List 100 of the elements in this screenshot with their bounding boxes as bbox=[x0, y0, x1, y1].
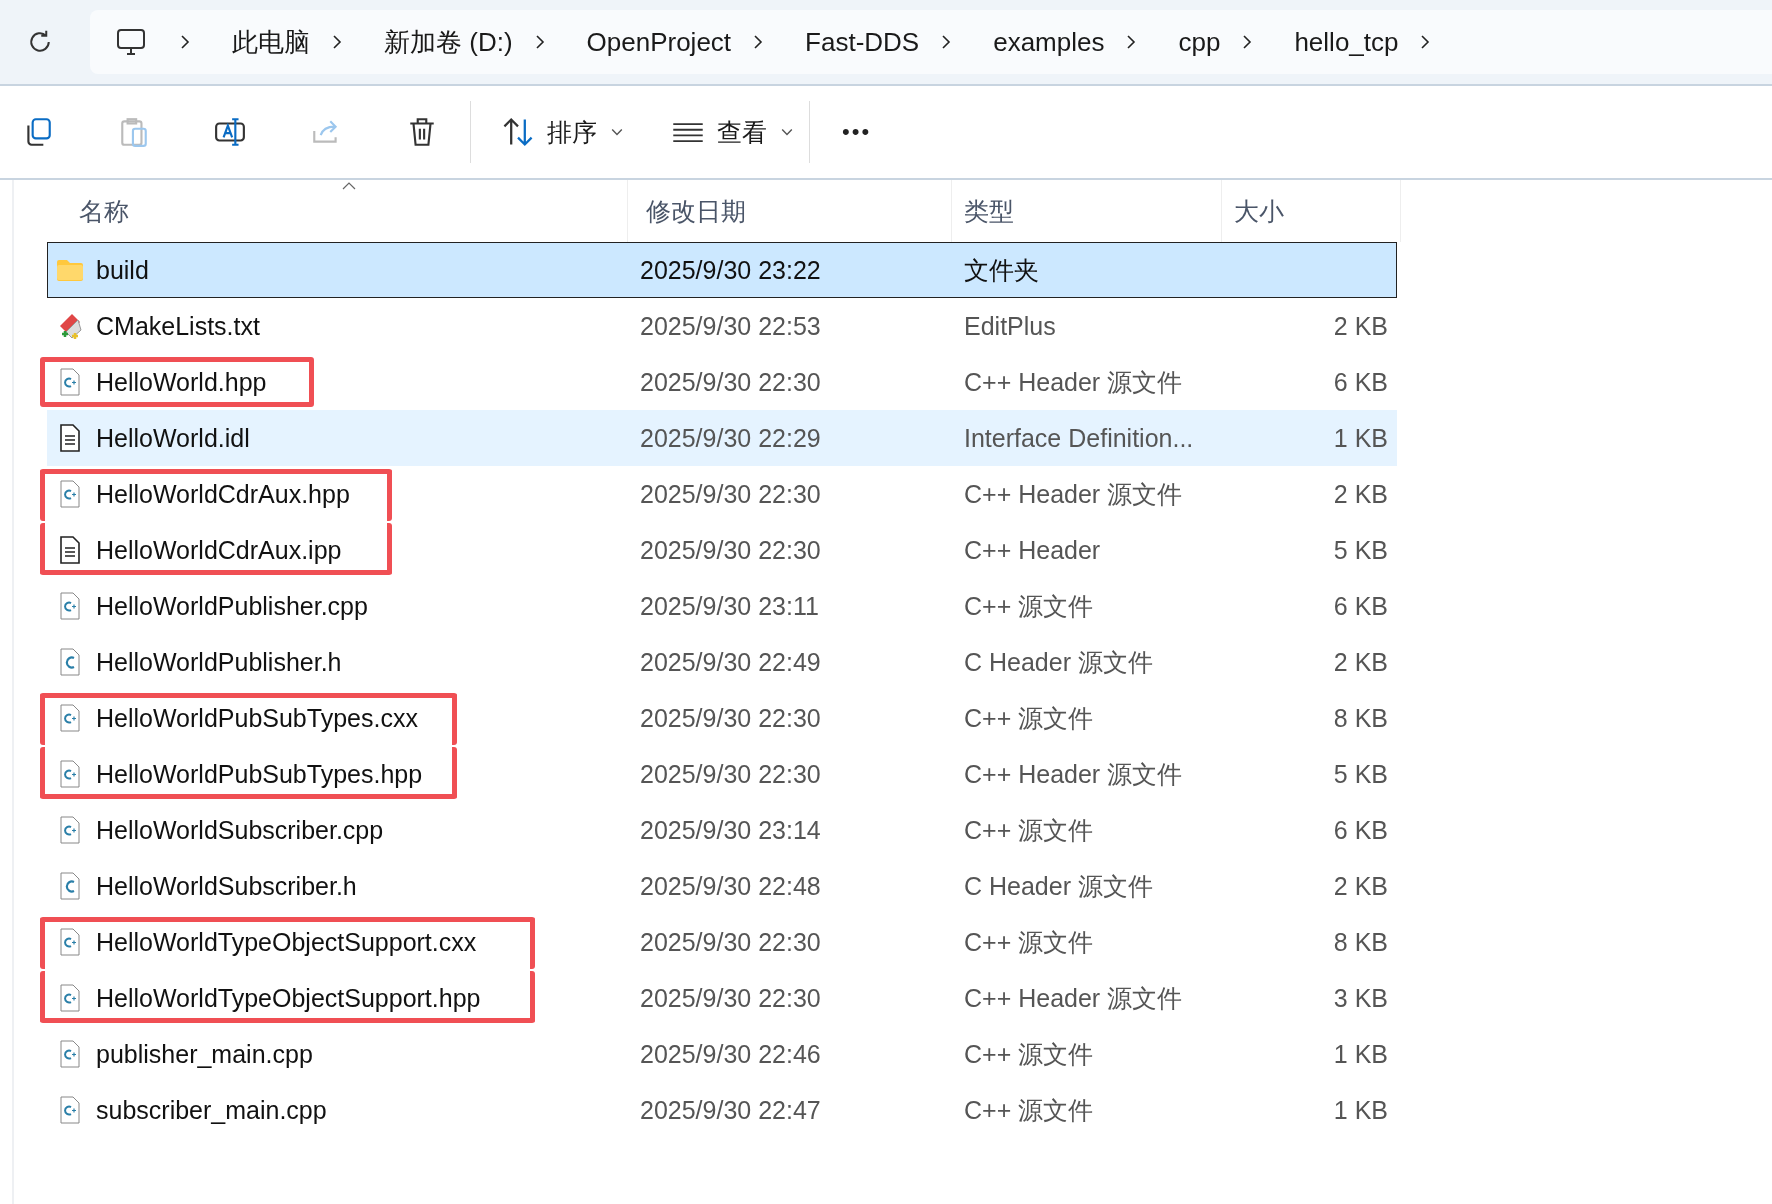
modified-date: 2025/9/30 22:53 bbox=[639, 311, 822, 341]
column-header[interactable]: 名称 bbox=[47, 194, 627, 228]
modified-date: 2025/9/30 22:30 bbox=[639, 535, 822, 565]
sort-caret-icon bbox=[342, 182, 356, 190]
file-row[interactable]: HelloWorldPubSubTypes.cxx 2025/9/30 22:30 C++ 源文件 8 KB bbox=[47, 690, 1397, 746]
modified-date: 2025/9/30 22:30 bbox=[639, 983, 822, 1013]
file-row[interactable]: subscriber_main.cpp 2025/9/30 22:47 C++ 源文件 1 KB bbox=[47, 1082, 1397, 1138]
chevron-icon bbox=[332, 34, 342, 50]
file-name: HelloWorldPubSubTypes.hpp bbox=[96, 759, 423, 789]
view-button[interactable]: 查看 bbox=[671, 115, 793, 149]
file-name: HelloWorld.idl bbox=[96, 423, 250, 453]
file-size: 2 KB bbox=[1332, 311, 1389, 341]
modified-date: 2025/9/30 22:30 bbox=[639, 927, 822, 957]
file-type: C++ Header bbox=[963, 535, 1102, 565]
chevron-icon bbox=[753, 34, 764, 50]
file-size: 3 KB bbox=[1332, 983, 1389, 1013]
breadcrumb-item[interactable]: OpenProject bbox=[586, 26, 732, 58]
file-size: 1 KB bbox=[1332, 423, 1389, 453]
file-row[interactable]: HelloWorldTypeObjectSupport.hpp 2025/9/30 22:30 C++ Header 源文件 3 KB bbox=[47, 970, 1397, 1026]
more-button[interactable]: ••• bbox=[842, 119, 872, 145]
file-type: EditPlus bbox=[963, 311, 1057, 341]
modified-date: 2025/9/30 22:47 bbox=[639, 1095, 822, 1125]
file-row[interactable]: publisher_main.cpp 2025/9/30 22:46 C++ 源文件 1 KB bbox=[47, 1026, 1397, 1082]
file-size: 6 KB bbox=[1332, 815, 1389, 845]
file-name: HelloWorldTypeObjectSupport.cxx bbox=[96, 927, 477, 957]
file-size: 6 KB bbox=[1332, 367, 1389, 397]
file-name: HelloWorld.hpp bbox=[96, 367, 267, 397]
file-name: HelloWorldSubscriber.h bbox=[96, 871, 357, 901]
file-size: 2 KB bbox=[1332, 647, 1389, 677]
file-row[interactable]: HelloWorldPubSubTypes.hpp 2025/9/30 22:30 C++ Header 源文件 5 KB bbox=[47, 746, 1397, 802]
file-type: C++ 源文件 bbox=[963, 926, 1095, 958]
file-name: publisher_main.cpp bbox=[96, 1039, 313, 1069]
caret-icon bbox=[611, 128, 623, 136]
file-type: C++ Header 源文件 bbox=[963, 478, 1184, 510]
computer-icon bbox=[116, 28, 146, 56]
chevron-icon bbox=[1126, 34, 1137, 50]
file-type: C++ 源文件 bbox=[963, 814, 1095, 846]
file-name: HelloWorldCdrAux.ipp bbox=[96, 535, 342, 565]
sort-button[interactable]: 排序 bbox=[501, 115, 623, 149]
file-size: 6 KB bbox=[1332, 591, 1389, 621]
modified-date: 2025/9/30 22:29 bbox=[639, 423, 822, 453]
breadcrumb-item[interactable]: cpp bbox=[1178, 26, 1221, 58]
file-name: HelloWorldTypeObjectSupport.hpp bbox=[96, 983, 481, 1013]
file-name: subscriber_main.cpp bbox=[96, 1095, 327, 1125]
breadcrumb-item[interactable]: 此电脑 bbox=[232, 24, 310, 60]
modified-date: 2025/9/30 22:46 bbox=[639, 1039, 822, 1069]
modified-date: 2025/9/30 23:22 bbox=[639, 255, 822, 285]
file-row[interactable]: HelloWorldPublisher.h 2025/9/30 22:49 C Header 源文件 2 KB bbox=[47, 634, 1397, 690]
file-row[interactable]: HelloWorldCdrAux.ipp 2025/9/30 22:30 C++ Header 5 KB bbox=[47, 522, 1397, 578]
modified-date: 2025/9/30 22:30 bbox=[639, 479, 822, 509]
file-type: C++ 源文件 bbox=[963, 590, 1095, 622]
file-row[interactable]: HelloWorldSubscriber.cpp 2025/9/30 23:14 C++ 源文件 6 KB bbox=[47, 802, 1397, 858]
modified-date: 2025/9/30 22:30 bbox=[639, 759, 822, 789]
file-row[interactable]: HelloWorldPublisher.cpp 2025/9/30 23:11 C++ 源文件 6 KB bbox=[47, 578, 1397, 634]
file-row[interactable]: HelloWorldSubscriber.h 2025/9/30 22:48 C Header 源文件 2 KB bbox=[47, 858, 1397, 914]
sort-arrows-icon bbox=[501, 115, 535, 149]
file-name: HelloWorldPubSubTypes.cxx bbox=[96, 703, 418, 733]
file-name: HelloWorldCdrAux.hpp bbox=[96, 479, 350, 509]
file-name: CMakeLists.txt bbox=[96, 311, 260, 341]
file-size: 2 KB bbox=[1332, 871, 1389, 901]
file-row[interactable]: HelloWorld.hpp 2025/9/30 22:30 C++ Header 源文件 6 KB bbox=[47, 354, 1397, 410]
file-size: 1 KB bbox=[1332, 1039, 1389, 1069]
file-size: 5 KB bbox=[1332, 759, 1389, 789]
file-type: C++ 源文件 bbox=[963, 1094, 1095, 1126]
file-size: 8 KB bbox=[1332, 703, 1389, 733]
chevron-icon bbox=[941, 34, 952, 50]
address-bar[interactable]: 此电脑 新加卷 (D:) OpenProject Fast-DDS examples cpp hello_tcp bbox=[90, 10, 1772, 74]
breadcrumb-item[interactable]: 新加卷 (D:) bbox=[384, 24, 513, 60]
file-name: HelloWorldPublisher.h bbox=[96, 647, 342, 677]
file-name: build bbox=[96, 255, 149, 285]
modified-date: 2025/9/30 22:48 bbox=[639, 871, 822, 901]
file-size: 5 KB bbox=[1332, 535, 1389, 565]
breadcrumb-item[interactable]: Fast-DDS bbox=[805, 26, 920, 58]
file-row[interactable]: CMakeLists.txt 2025/9/30 22:53 EditPlus 2 KB bbox=[47, 298, 1397, 354]
file-type: C++ 源文件 bbox=[963, 1038, 1095, 1070]
file-size: 8 KB bbox=[1332, 927, 1389, 957]
file-type: C Header 源文件 bbox=[963, 870, 1154, 902]
modified-date: 2025/9/30 22:30 bbox=[639, 703, 822, 733]
modified-date: 2025/9/30 22:30 bbox=[639, 367, 822, 397]
breadcrumb-item[interactable]: examples bbox=[993, 26, 1105, 58]
chevron-icon bbox=[180, 34, 190, 50]
modified-date: 2025/9/30 22:49 bbox=[639, 647, 822, 677]
file-type: Interface Definition... bbox=[963, 423, 1195, 453]
chevron-icon bbox=[1242, 34, 1253, 50]
file-type: C Header 源文件 bbox=[963, 646, 1154, 678]
file-size: 2 KB bbox=[1332, 479, 1389, 509]
breadcrumb-item[interactable]: hello_tcp bbox=[1294, 26, 1399, 58]
rename-icon[interactable] bbox=[214, 116, 246, 148]
chevron-icon bbox=[1420, 34, 1431, 50]
file-row[interactable]: HelloWorldTypeObjectSupport.cxx 2025/9/30 22:30 C++ 源文件 8 KB bbox=[47, 914, 1397, 970]
chevron-icon bbox=[534, 34, 545, 50]
caret-icon bbox=[781, 128, 793, 136]
file-type: C++ Header 源文件 bbox=[963, 982, 1184, 1014]
file-type: 文件夹 bbox=[963, 254, 1040, 286]
modified-date: 2025/9/30 23:11 bbox=[639, 591, 820, 621]
file-row[interactable]: HelloWorld.idl 2025/9/30 22:29 Interface Definition... 1 KB bbox=[47, 410, 1397, 466]
file-row[interactable]: HelloWorldCdrAux.hpp 2025/9/30 22:30 C++ Header 源文件 2 KB bbox=[47, 466, 1397, 522]
file-name: HelloWorldPublisher.cpp bbox=[96, 591, 368, 621]
file-type: C++ Header 源文件 bbox=[963, 366, 1184, 398]
file-row[interactable]: build 2025/9/30 23:22 文件夹 bbox=[47, 242, 1397, 298]
